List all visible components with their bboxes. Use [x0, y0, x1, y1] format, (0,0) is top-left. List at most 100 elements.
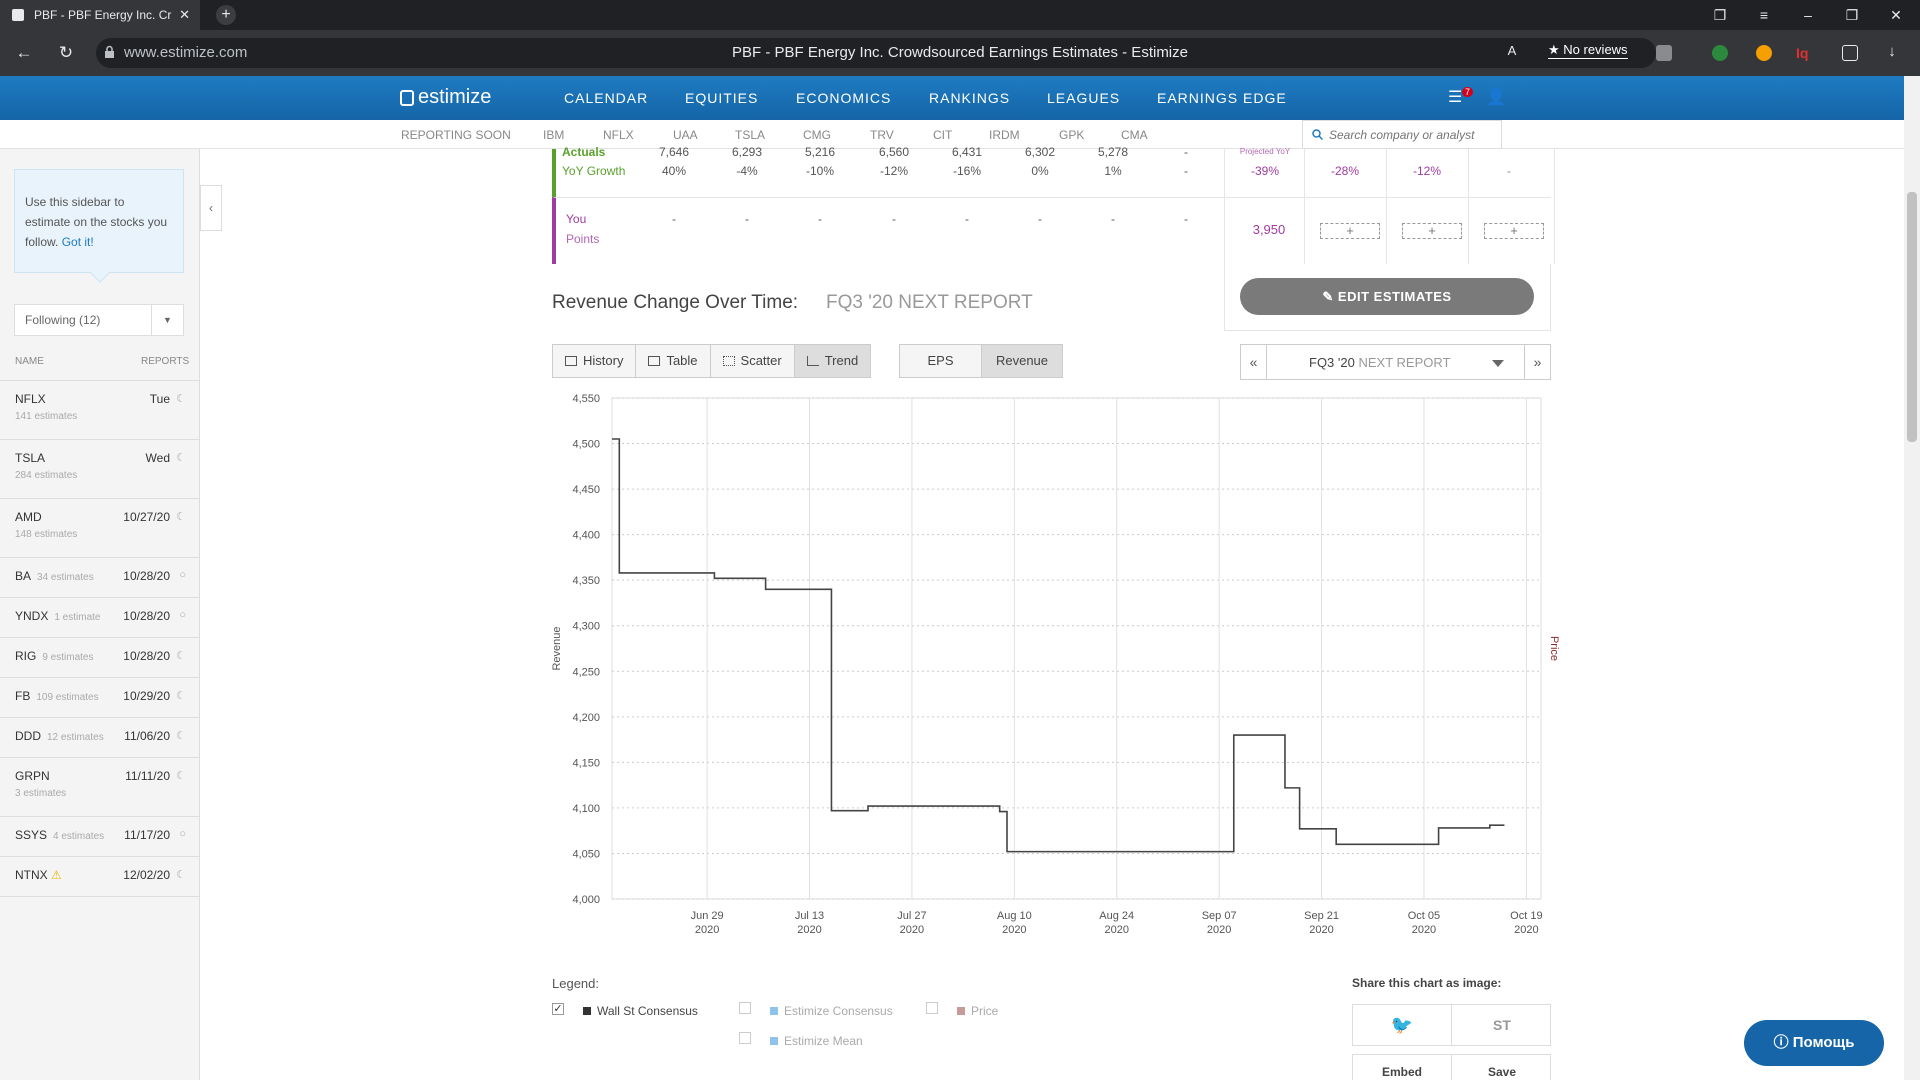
- collapse-sidebar-button[interactable]: ‹: [200, 185, 222, 231]
- your-estimate-value: -: [965, 212, 969, 226]
- sidebar-row[interactable]: DDD 12 estimates 11/06/20 ☾: [0, 717, 200, 757]
- trend-view-button[interactable]: Trend: [794, 345, 871, 377]
- tab-actions-icon[interactable]: ❐: [1700, 0, 1740, 30]
- history-view-button[interactable]: History: [553, 345, 637, 377]
- twitter-share-icon[interactable]: 🐦: [1353, 1005, 1452, 1045]
- sidebar-ticker: RIG 9 estimates: [15, 649, 94, 663]
- sidebar-row[interactable]: SSYS 4 estimates 11/17/20 ○: [0, 816, 200, 856]
- ticker-link[interactable]: NFLX: [603, 128, 634, 142]
- ticker-link[interactable]: CMA: [1121, 128, 1148, 142]
- menu-icon[interactable]: ≡: [1744, 0, 1784, 30]
- notifications-icon[interactable]: ☰: [1448, 87, 1462, 107]
- sidebar-row[interactable]: NTNX ⚠ 12/02/20 ☾: [0, 856, 200, 896]
- ticker-link[interactable]: TSLA: [735, 128, 765, 142]
- sidebar-row[interactable]: TSLA 284 estimates Wed ☾: [0, 439, 200, 498]
- sidebar-report-date: Wed: [145, 451, 170, 465]
- scrollbar-thumb[interactable]: [1907, 192, 1917, 442]
- share-buttons: 🐦 ST: [1352, 1004, 1551, 1046]
- edit-estimates-button[interactable]: ✎ EDIT ESTIMATES: [1240, 278, 1534, 315]
- got-it-link[interactable]: Got it!: [62, 235, 94, 249]
- revenue-trend-chart: 4,000 4,050 4,100 4,150 4,200 4,250 4,300 4,350…: [551, 393, 1560, 936]
- sidebar-row[interactable]: AMD 148 estimates 10/27/20 ☾: [0, 498, 200, 557]
- sidebar-row[interactable]: BA 34 estimates 10/28/20 ○: [0, 557, 200, 597]
- add-estimate-button[interactable]: +: [1402, 223, 1462, 239]
- legend-checkbox-estimize-consensus[interactable]: [739, 1002, 751, 1014]
- legend-checkbox-price[interactable]: [926, 1002, 938, 1014]
- minimize-icon[interactable]: –: [1788, 0, 1828, 30]
- report-time-icon: ☾: [176, 393, 186, 405]
- bookmark-icon[interactable]: [1656, 45, 1672, 61]
- following-dropdown[interactable]: Following (12) ▼: [14, 304, 184, 336]
- reload-icon[interactable]: ↻: [54, 43, 78, 63]
- warning-icon: ⚠: [47, 868, 62, 882]
- y-tick-label: 4,350: [572, 575, 600, 587]
- period-dropdown[interactable]: FQ3 '20 NEXT REPORT: [1309, 355, 1450, 370]
- x-tick-label: Sep 21: [1304, 910, 1339, 922]
- stocktwits-share-icon[interactable]: ST: [1453, 1005, 1551, 1045]
- page-favicon-icon: [12, 9, 24, 21]
- y-tick-label: 4,100: [572, 803, 600, 815]
- reviews-button[interactable]: ★ No reviews: [1548, 42, 1628, 59]
- ticker-link[interactable]: IRDM: [989, 128, 1020, 142]
- help-button[interactable]: ⓘ Помощь: [1744, 1020, 1884, 1066]
- nav-equities[interactable]: EQUITIES: [685, 90, 758, 106]
- collections-icon[interactable]: [1842, 45, 1858, 61]
- yoy-value: -12%: [879, 164, 908, 178]
- sidebar-ticker: BA 34 estimates: [15, 569, 94, 583]
- new-tab-button[interactable]: +: [216, 5, 236, 25]
- ticker-link[interactable]: UAA: [673, 128, 698, 142]
- save-button[interactable]: Save: [1453, 1055, 1551, 1080]
- sidebar-row[interactable]: NFLX 141 estimates Tue ☾: [0, 380, 200, 439]
- table-view-button[interactable]: Table: [636, 345, 711, 377]
- restore-icon[interactable]: ❐: [1832, 0, 1872, 30]
- eps-button[interactable]: EPS: [900, 345, 982, 377]
- ticker-link[interactable]: GPK: [1059, 128, 1084, 142]
- user-icon[interactable]: 👤: [1486, 87, 1506, 107]
- close-tab-icon[interactable]: ✕: [179, 7, 190, 23]
- sidebar-row[interactable]: YNDX 1 estimate 10/28/20 ○: [0, 597, 200, 637]
- legend-checkbox-estimize-mean[interactable]: [739, 1032, 751, 1044]
- scatter-view-button[interactable]: Scatter: [711, 345, 795, 377]
- translate-icon[interactable]: A: [1500, 43, 1524, 58]
- ticker-link[interactable]: IBM: [543, 128, 564, 142]
- nav-earnings-edge[interactable]: EARNINGS EDGE: [1157, 90, 1287, 106]
- previous-period-button[interactable]: «: [1241, 345, 1267, 379]
- sidebar-report-date: 11/11/20: [125, 769, 170, 783]
- ticker-link[interactable]: CIT: [933, 128, 952, 142]
- sidebar-row[interactable]: GRPN 3 estimates 11/11/20 ☾: [0, 757, 200, 816]
- url-text[interactable]: www.estimize.com: [124, 44, 247, 61]
- ticker-link[interactable]: CMG: [803, 128, 831, 142]
- add-estimate-button[interactable]: +: [1320, 223, 1380, 239]
- legend-checkbox-wall-st[interactable]: ✓: [552, 1003, 564, 1015]
- embed-button[interactable]: Embed: [1353, 1055, 1452, 1080]
- bar-chart-icon: [565, 356, 577, 366]
- browser-tab[interactable]: PBF - PBF Energy Inc. Cr ✕: [0, 0, 200, 30]
- nav-calendar[interactable]: CALENDAR: [564, 90, 648, 106]
- sidebar-ticker: TSLA: [15, 451, 46, 465]
- y-tick-label: 4,500: [572, 439, 600, 451]
- iq-extension-icon[interactable]: Iq: [1796, 45, 1812, 61]
- your-estimate-value: -: [892, 212, 896, 226]
- sidebar-row[interactable]: FB 109 estimates 10/29/20 ☾: [0, 677, 200, 717]
- sidebar-row[interactable]: RIG 9 estimates 10/28/20 ☾: [0, 637, 200, 677]
- x-tick-year-label: 2020: [1514, 924, 1538, 936]
- downloads-icon[interactable]: ↓: [1880, 43, 1904, 60]
- actual-value: 6,293: [731, 145, 763, 159]
- next-period-button[interactable]: »: [1524, 345, 1550, 379]
- shield-extension-icon[interactable]: [1712, 45, 1728, 61]
- close-window-icon[interactable]: ✕: [1876, 0, 1916, 30]
- y-tick-label: 4,450: [572, 484, 600, 496]
- nav-economics[interactable]: ECONOMICS: [796, 90, 891, 106]
- add-estimate-button[interactable]: +: [1484, 223, 1544, 239]
- x-tick-year-label: 2020: [797, 924, 821, 936]
- search-input[interactable]: [1329, 125, 1495, 145]
- back-icon[interactable]: ←: [12, 43, 36, 63]
- nav-leagues[interactable]: LEAGUES: [1047, 90, 1120, 106]
- extension-icon[interactable]: [1756, 45, 1772, 61]
- revenue-button[interactable]: Revenue: [982, 345, 1062, 377]
- yoy-value: -16%: [952, 164, 981, 178]
- nav-rankings[interactable]: RANKINGS: [929, 90, 1010, 106]
- estimize-logo[interactable]: estimize: [400, 86, 491, 109]
- sidebar-ticker: SSYS 4 estimates: [15, 828, 105, 842]
- ticker-link[interactable]: TRV: [870, 128, 894, 142]
